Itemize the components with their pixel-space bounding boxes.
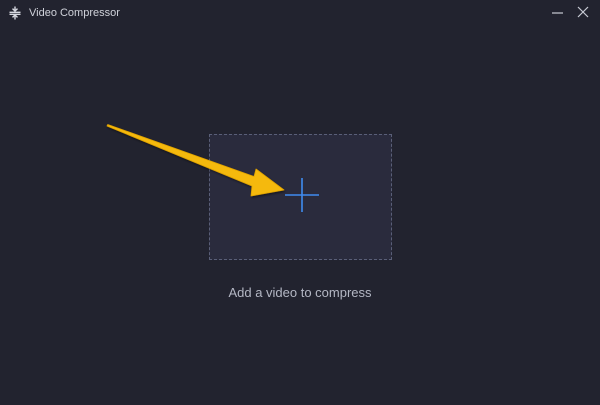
app-window: Video Compressor Add a video to compress [0,0,600,405]
close-button[interactable] [573,3,593,23]
close-icon [577,6,589,18]
minimize-button[interactable] [548,3,568,23]
title-bar: Video Compressor [0,0,600,26]
window-title: Video Compressor [29,7,120,19]
add-video-hint[interactable]: Add a video to compress [0,285,600,301]
plus-icon[interactable] [284,177,320,213]
add-video-dropzone[interactable] [209,134,392,260]
compress-icon [9,6,21,20]
minimize-icon [552,12,563,14]
